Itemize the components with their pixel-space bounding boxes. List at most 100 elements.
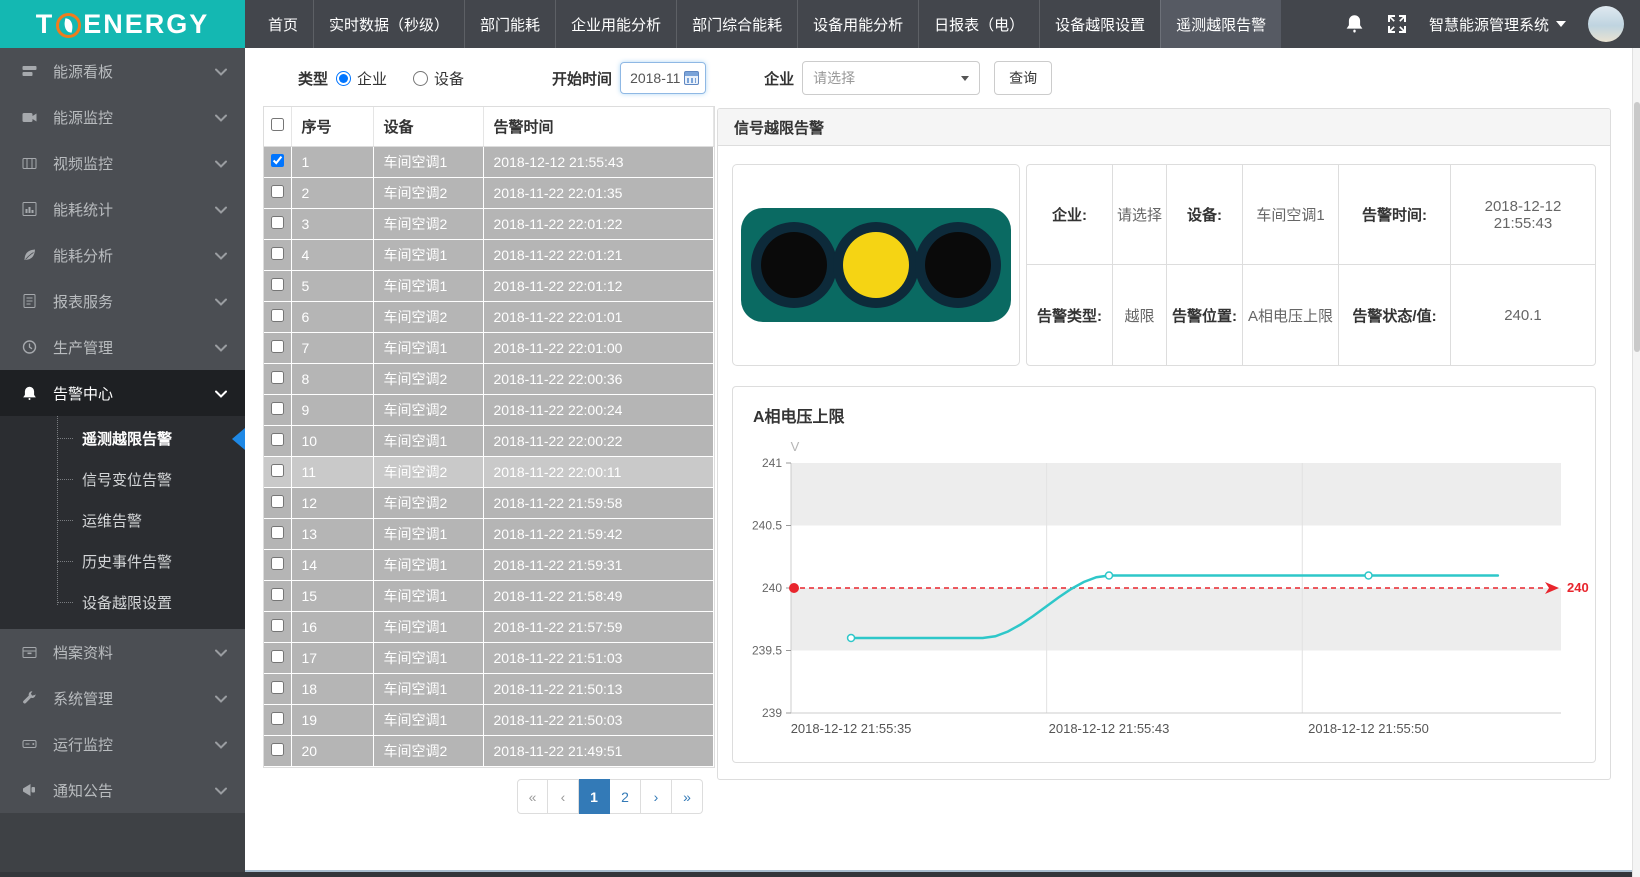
- pagination-item[interactable]: «: [517, 779, 548, 814]
- table-row[interactable]: 16车间空调12018-11-22 21:57:59: [264, 611, 714, 642]
- table-row[interactable]: 13车间空调12018-11-22 21:59:42: [264, 518, 714, 549]
- row-checkbox-cell: [264, 208, 291, 239]
- table-row[interactable]: 8车间空调22018-11-22 22:00:36: [264, 363, 714, 394]
- table-row[interactable]: 2车间空调22018-11-22 22:01:35: [264, 177, 714, 208]
- row-checkbox[interactable]: [271, 495, 284, 508]
- sidebar-sub-item-label: 历史事件告警: [82, 551, 172, 572]
- row-time-cell: 2018-11-22 21:49:51: [483, 735, 714, 766]
- bell-icon[interactable]: [1345, 14, 1365, 34]
- type-label: 类型: [298, 68, 328, 89]
- radio-company[interactable]: 企业: [336, 68, 387, 89]
- top-nav-item[interactable]: 设备用能分析: [797, 0, 918, 48]
- row-checkbox[interactable]: [271, 650, 284, 663]
- top-nav-item[interactable]: 实时数据（秒级）: [313, 0, 464, 48]
- table-row[interactable]: 9车间空调22018-11-22 22:00:24: [264, 394, 714, 425]
- table-row[interactable]: 5车间空调12018-11-22 22:01:12: [264, 270, 714, 301]
- sidebar-sub-item[interactable]: 信号变位告警: [0, 459, 245, 500]
- row-checkbox[interactable]: [271, 154, 284, 167]
- radio-device-input[interactable]: [413, 71, 428, 86]
- table-row[interactable]: 10车间空调12018-11-22 22:00:22: [264, 425, 714, 456]
- sidebar-item[interactable]: 能耗统计: [0, 186, 245, 232]
- row-checkbox-cell: [264, 177, 291, 208]
- system-name-dropdown[interactable]: 智慧能源管理系统: [1429, 14, 1566, 35]
- sidebar-sub-item[interactable]: 历史事件告警: [0, 541, 245, 582]
- sidebar-sub-item-label: 运维告警: [82, 510, 142, 531]
- search-button[interactable]: 查询: [994, 61, 1052, 95]
- row-checkbox[interactable]: [271, 681, 284, 694]
- row-checkbox[interactable]: [271, 278, 284, 291]
- avatar[interactable]: [1588, 6, 1624, 42]
- sidebar-item[interactable]: 运行监控: [0, 721, 245, 767]
- calendar-icon[interactable]: [684, 71, 699, 85]
- table-row[interactable]: 11车间空调22018-11-22 22:00:11: [264, 456, 714, 487]
- sidebar-item[interactable]: 通知公告: [0, 767, 245, 813]
- pagination-item[interactable]: ›: [641, 779, 672, 814]
- row-checkbox[interactable]: [271, 309, 284, 322]
- sidebar-item[interactable]: 系统管理: [0, 675, 245, 721]
- sidebar-item[interactable]: 能源看板: [0, 48, 245, 94]
- top-nav-item[interactable]: 首页: [253, 0, 313, 48]
- table-row[interactable]: 18车间空调12018-11-22 21:50:13: [264, 673, 714, 704]
- top-nav-item[interactable]: 设备越限设置: [1039, 0, 1160, 48]
- scrollbar-thumb[interactable]: [1634, 102, 1640, 352]
- sidebar-item-label: 档案资料: [53, 642, 215, 663]
- sidebar-sub-item[interactable]: 遥测越限告警: [0, 418, 245, 459]
- row-checkbox[interactable]: [271, 247, 284, 260]
- row-checkbox[interactable]: [271, 588, 284, 601]
- top-nav-item[interactable]: 部门能耗: [464, 0, 555, 48]
- sidebar-sub-item[interactable]: 设备越限设置: [0, 582, 245, 623]
- sidebar-item[interactable]: 档案资料: [0, 629, 245, 675]
- row-checkbox[interactable]: [271, 464, 284, 477]
- row-checkbox[interactable]: [271, 371, 284, 384]
- pagination-item[interactable]: »: [672, 779, 703, 814]
- table-row[interactable]: 15车间空调12018-11-22 21:58:49: [264, 580, 714, 611]
- sidebar-item[interactable]: 能耗分析: [0, 232, 245, 278]
- table-row[interactable]: 7车间空调12018-11-22 22:01:00: [264, 332, 714, 363]
- row-time-cell: 2018-11-22 22:01:00: [483, 332, 714, 363]
- pagination: «‹12›»: [517, 779, 703, 814]
- table-row[interactable]: 14车间空调12018-11-22 21:59:31: [264, 549, 714, 580]
- pagination-item[interactable]: 1: [579, 779, 610, 814]
- sidebar-item[interactable]: 视频监控: [0, 140, 245, 186]
- sidebar-item[interactable]: 能源监控: [0, 94, 245, 140]
- company-select[interactable]: 请选择: [802, 61, 980, 95]
- sidebar-item[interactable]: 报表服务: [0, 278, 245, 324]
- row-checkbox[interactable]: [271, 216, 284, 229]
- top-nav-item[interactable]: 日报表（电）: [918, 0, 1039, 48]
- sidebar-sub-item[interactable]: 运维告警: [0, 500, 245, 541]
- select-all-checkbox[interactable]: [271, 118, 284, 131]
- pagination-item[interactable]: ‹: [548, 779, 579, 814]
- radio-company-input[interactable]: [336, 71, 351, 86]
- row-checkbox[interactable]: [271, 526, 284, 539]
- table-row[interactable]: 17车间空调12018-11-22 21:51:03: [264, 642, 714, 673]
- pagination-item[interactable]: 2: [610, 779, 641, 814]
- table-row[interactable]: 3车间空调22018-11-22 22:01:22: [264, 208, 714, 239]
- svg-text:240.5: 240.5: [752, 519, 782, 533]
- radio-device[interactable]: 设备: [413, 68, 464, 89]
- sidebar-item-label: 生产管理: [53, 337, 215, 358]
- row-checkbox[interactable]: [271, 433, 284, 446]
- svg-text:240: 240: [762, 581, 782, 595]
- sidebar-item[interactable]: 告警中心: [0, 370, 245, 416]
- table-row[interactable]: 1车间空调12018-12-12 21:55:43: [264, 146, 714, 177]
- row-checkbox[interactable]: [271, 402, 284, 415]
- table-row[interactable]: 6车间空调22018-11-22 22:01:01: [264, 301, 714, 332]
- table-row[interactable]: 19车间空调12018-11-22 21:50:03: [264, 704, 714, 735]
- row-checkbox[interactable]: [271, 712, 284, 725]
- table-row[interactable]: 4车间空调12018-11-22 22:01:21: [264, 239, 714, 270]
- fullscreen-icon[interactable]: [1387, 14, 1407, 34]
- sidebar-item[interactable]: 生产管理: [0, 324, 245, 370]
- row-checkbox[interactable]: [271, 743, 284, 756]
- row-checkbox[interactable]: [271, 619, 284, 632]
- top-nav-item[interactable]: 遥测越限告警: [1160, 0, 1281, 48]
- sidebar-item-label: 报表服务: [53, 291, 215, 312]
- row-checkbox[interactable]: [271, 557, 284, 570]
- top-nav-item[interactable]: 部门综合能耗: [676, 0, 797, 48]
- start-time-input[interactable]: 2018-11: [620, 62, 706, 94]
- row-checkbox[interactable]: [271, 340, 284, 353]
- table-row[interactable]: 12车间空调22018-11-22 21:59:58: [264, 487, 714, 518]
- top-nav-item[interactable]: 企业用能分析: [555, 0, 676, 48]
- sidebar: 能源看板能源监控视频监控能耗统计能耗分析报表服务生产管理告警中心遥测越限告警信号…: [0, 48, 245, 872]
- row-checkbox[interactable]: [271, 185, 284, 198]
- table-row[interactable]: 20车间空调22018-11-22 21:49:51: [264, 735, 714, 766]
